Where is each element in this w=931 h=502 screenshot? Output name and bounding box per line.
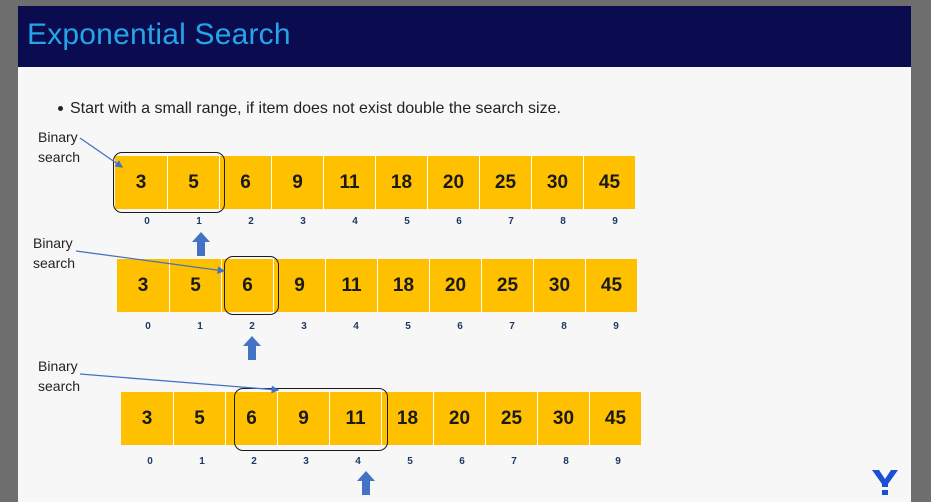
y-logo-icon [872, 470, 898, 495]
slide: Exponential Search Start with a small ra… [18, 6, 911, 502]
label-connector-lines [75, 137, 280, 394]
